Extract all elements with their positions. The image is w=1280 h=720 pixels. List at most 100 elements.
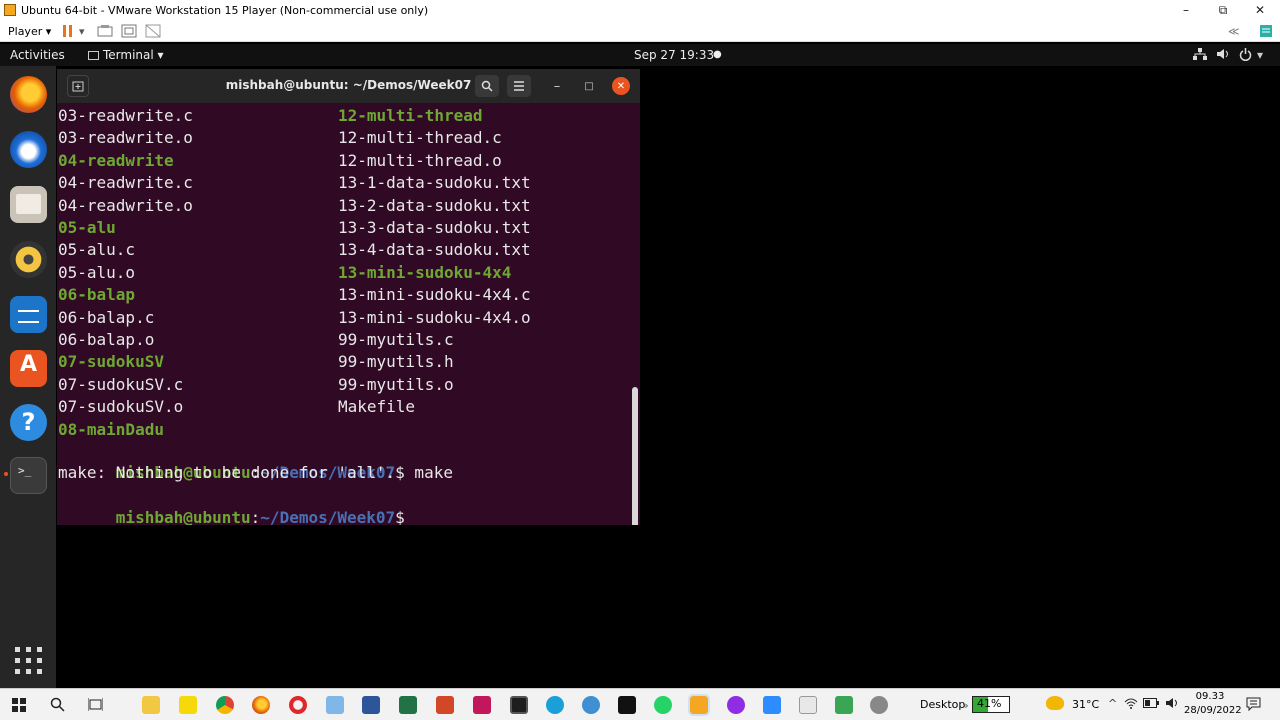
ls-entry: 13-mini-sudoku-4x4.c [338,285,531,305]
notification-center-icon[interactable] [1246,697,1261,714]
app-icon-12[interactable] [582,696,600,714]
ls-entry: 04-readwrite.c [58,173,193,193]
hamburger-menu-icon[interactable] [507,75,531,97]
libreoffice-writer-icon[interactable] [10,296,47,333]
ls-entry: 05-alu.o [58,262,136,282]
ls-entry: 12-multi-thread.c [338,128,502,148]
terminal-maximize-icon[interactable]: □ [579,75,599,97]
app-icon-10[interactable] [510,696,528,714]
network-icon[interactable] [1193,48,1207,63]
desktop-toolbar-label[interactable]: Desktop [920,698,965,711]
battery-indicator[interactable]: 41% [972,696,1010,713]
temperature[interactable]: 31°C [1072,698,1099,711]
battery-percent: 41% [977,697,1002,710]
vmware-taskbar-icon[interactable] [688,694,710,716]
ls-entry: 99-myutils.h [338,352,454,372]
firefox-icon[interactable] [10,76,47,113]
terminal-icon[interactable]: >_ [10,457,47,494]
ls-entry: 12-multi-thread [338,106,483,125]
tray-arrow-icon[interactable]: ^ [1108,697,1117,710]
prompt-path: ~/Demos/Week07 [260,508,396,525]
thunderbird-icon[interactable] [10,131,47,168]
battery-tray-icon[interactable] [1143,698,1159,711]
terminal-scrollbar[interactable] [632,387,638,525]
ls-entry: 04-readwrite.o [58,195,193,215]
speaker-icon[interactable] [1165,697,1179,712]
ubuntu-software-icon[interactable]: A [10,350,47,387]
show-applications-icon[interactable] [15,647,42,674]
rhythmbox-icon[interactable] [10,241,47,278]
ls-entry: 06-balap.o [58,330,155,349]
close-button[interactable]: ✕ [1242,0,1278,20]
power-icon[interactable] [1239,48,1252,64]
firefox-taskbar-icon[interactable] [252,696,270,714]
word-icon[interactable] [362,696,380,714]
pause-dropdown-icon[interactable]: ▾ [79,23,85,39]
minimize-button[interactable]: – [1168,0,1204,20]
clock[interactable]: Sep 27 19:33 [634,48,714,62]
collapse-icon[interactable]: ≪ [1228,23,1240,39]
opera-icon[interactable] [289,696,307,714]
system-menu-arrow-icon[interactable]: ▾ [1257,48,1263,62]
help-icon[interactable]: ? [10,404,47,441]
wifi-icon[interactable] [1124,697,1138,712]
terminal-headerbar[interactable]: mishbah@ubuntu: ~/Demos/Week07 – □ ✕ [57,69,640,103]
restore-button[interactable]: ⧉ [1205,0,1241,20]
taskbar-date[interactable]: 28/09/2022 [1184,705,1242,716]
whatsapp-icon[interactable] [654,696,672,714]
volume-icon[interactable] [1216,48,1230,63]
app-icon-19[interactable] [835,696,853,714]
sticky-notes-icon[interactable] [179,696,197,714]
app-icon-16[interactable] [727,696,745,714]
desktop-toolbar-arrow[interactable]: » [962,699,969,712]
powerpoint-icon[interactable] [436,696,454,714]
prompt-line-2: mishbah@ubuntu:~/Demos/Week07$ [58,485,405,525]
send-ctrl-alt-del-icon[interactable] [97,23,113,39]
terminal-close-icon[interactable]: ✕ [612,77,630,95]
windows-search-icon[interactable] [50,697,65,715]
unity-icon[interactable] [145,23,161,39]
chrome-icon[interactable] [216,696,234,714]
ls-entry: 99-myutils.c [338,330,454,349]
activities-button[interactable]: Activities [10,48,65,62]
app-icon-20[interactable] [870,696,888,714]
writer-page-lines [18,310,39,323]
prompt-line-1: mishbah@ubuntu:~/Demos/Week07$ make [58,440,453,482]
ubuntu-dock: A ? >_ [0,66,56,688]
terminal-minimize-icon[interactable]: – [547,75,567,97]
ls-entry: 06-balap.c [58,307,155,327]
ls-entry: 03-readwrite.o [58,128,193,148]
terminal-app-menu[interactable]: Terminal ▾ [88,48,164,62]
zoom-icon[interactable] [763,696,781,714]
ls-entry: 07-sudokuSV [58,352,164,372]
taskbar-time[interactable]: 09.33 [1184,691,1236,702]
vmware-window-title: Ubuntu 64-bit - VMware Workstation 15 Pl… [21,3,429,17]
terminal-app-menu-label: Terminal ▾ [103,48,164,62]
app-icon-9[interactable] [473,696,491,714]
search-icon[interactable] [475,75,499,97]
ls-entry: 04-readwrite [58,150,174,170]
app-icon-11[interactable] [546,696,564,714]
ls-entry: 03-readwrite.c [58,106,193,125]
terminal-output[interactable]: 03-readwrite.c 12-multi-thread 03-readwrit… [57,103,640,525]
vmware-help-icon[interactable] [1259,23,1273,39]
app-icon-18[interactable] [799,696,817,714]
terminal-window[interactable]: mishbah@ubuntu: ~/Demos/Week07 – □ ✕ 03-… [57,69,640,525]
prompt-sep: : [250,508,261,525]
ls-entry: 07-sudokuSV.o [58,397,184,417]
command-prompt-icon[interactable] [618,696,636,714]
windows-start-icon[interactable] [12,698,26,715]
files-icon[interactable] [10,186,47,223]
excel-icon[interactable] [399,696,417,714]
command-output: make: Nothing to be done for 'all'. [58,463,396,482]
pause-icon[interactable] [62,23,74,39]
command-text: make [404,463,453,482]
player-menu[interactable]: Player ▾ [8,23,51,39]
app-icon-5[interactable] [326,696,344,714]
fit-guest-icon[interactable] [121,23,137,39]
weather-icon[interactable] [1046,696,1064,710]
task-view-icon[interactable] [87,697,104,715]
file-explorer-icon[interactable] [142,696,160,714]
ls-entry: 13-mini-sudoku-4x4 [338,262,512,282]
terminal-prompt-glyph: >_ [18,464,32,477]
